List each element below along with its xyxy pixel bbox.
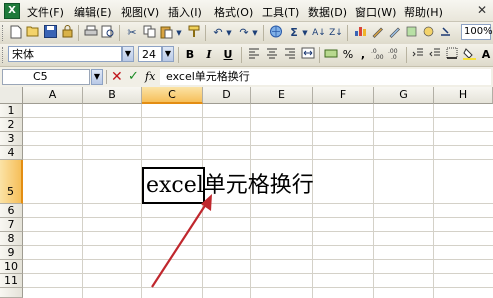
column-header-e[interactable]: E bbox=[251, 87, 313, 104]
percent-icon[interactable]: % bbox=[340, 47, 356, 63]
sort-desc-icon[interactable]: Z↓ bbox=[328, 25, 344, 41]
standard-toolbar: ✂ ▼ ↶ ▼ ↷ ▼ Σ ▼ A↓ Z↓ 100% bbox=[0, 22, 493, 45]
formula-input[interactable]: excel单元格换行 bbox=[160, 69, 491, 85]
permission-icon[interactable] bbox=[59, 25, 75, 41]
row-header-9[interactable]: 9 bbox=[0, 246, 23, 260]
formula-bar: C5 ▼ ✕ ✓ fx excel单元格换行 bbox=[0, 67, 493, 88]
menu-view[interactable]: 视图(V) bbox=[121, 4, 159, 20]
name-box[interactable]: C5 bbox=[2, 69, 90, 85]
merge-center-icon[interactable] bbox=[300, 47, 316, 63]
column-header-f[interactable]: F bbox=[313, 87, 374, 104]
svg-text:.0: .0 bbox=[391, 54, 397, 59]
sort-icon[interactable]: A↓ bbox=[311, 25, 327, 41]
menu-file[interactable]: 文件(F) bbox=[27, 4, 64, 20]
comma-icon[interactable]: , bbox=[355, 47, 371, 63]
row-header-11[interactable]: 11 bbox=[0, 274, 23, 288]
align-center-icon[interactable] bbox=[264, 47, 280, 63]
drawing-5-icon[interactable] bbox=[437, 25, 453, 41]
drawing-4-icon[interactable] bbox=[420, 25, 436, 41]
underline-icon[interactable]: U bbox=[220, 47, 236, 63]
row-header-5[interactable]: 5 bbox=[0, 160, 23, 204]
zoom-combo[interactable]: 100% bbox=[461, 24, 493, 40]
formatting-toolbar: 宋体 ▼ 24 ▼ B I U % , .0.00 .00.0 A bbox=[0, 44, 493, 67]
format-painter-icon[interactable] bbox=[186, 25, 202, 41]
autosum-icon[interactable]: Σ bbox=[286, 25, 302, 41]
menu-format[interactable]: 格式(O) bbox=[214, 4, 253, 20]
currency-icon[interactable] bbox=[323, 47, 339, 63]
undo-icon[interactable]: ↶ bbox=[210, 25, 226, 41]
drawing-2-icon[interactable] bbox=[386, 25, 402, 41]
toolbar-grip[interactable] bbox=[2, 47, 6, 63]
excel-app-icon[interactable]: X bbox=[4, 3, 20, 19]
row-header-6[interactable]: 6 bbox=[0, 204, 23, 218]
menu-edit[interactable]: 编辑(E) bbox=[74, 4, 112, 20]
cell-c5-text: excel单元格换行 bbox=[146, 173, 314, 198]
column-header-a[interactable]: A bbox=[23, 87, 83, 104]
paste-icon[interactable] bbox=[158, 25, 174, 41]
open-icon[interactable] bbox=[25, 25, 41, 41]
align-right-icon[interactable] bbox=[282, 47, 298, 63]
redo-icon[interactable]: ↷ bbox=[236, 25, 252, 41]
font-size-dropdown-icon[interactable]: ▼ bbox=[162, 46, 174, 62]
column-header-c[interactable]: C bbox=[142, 87, 203, 104]
print-preview-icon[interactable] bbox=[100, 25, 116, 41]
decrease-indent-icon[interactable] bbox=[410, 47, 426, 63]
borders-icon[interactable] bbox=[444, 47, 460, 63]
drawing-3-icon[interactable] bbox=[403, 25, 419, 41]
row-header-3[interactable]: 3 bbox=[0, 132, 23, 146]
align-left-icon[interactable] bbox=[246, 47, 262, 63]
copy-icon[interactable] bbox=[141, 25, 157, 41]
increase-decimal-icon[interactable]: .0.00 bbox=[370, 47, 386, 63]
row-header-4[interactable]: 4 bbox=[0, 146, 23, 160]
toolbar-grip[interactable] bbox=[2, 25, 6, 41]
increase-indent-icon[interactable] bbox=[427, 47, 443, 63]
font-color-icon[interactable]: A bbox=[478, 47, 493, 63]
menu-data[interactable]: 数据(D) bbox=[308, 4, 347, 20]
svg-text:.00: .00 bbox=[374, 54, 384, 59]
close-icon[interactable]: ✕ bbox=[475, 3, 489, 17]
undo-dropdown-icon[interactable]: ▼ bbox=[225, 25, 233, 41]
row-header-2[interactable]: 2 bbox=[0, 118, 23, 132]
column-header-b[interactable]: B bbox=[83, 87, 142, 104]
row-header-1[interactable]: 1 bbox=[0, 104, 23, 118]
column-header-g[interactable]: G bbox=[374, 87, 434, 104]
row-header-8[interactable]: 8 bbox=[0, 232, 23, 246]
cut-icon[interactable]: ✂ bbox=[124, 25, 140, 41]
menu-window[interactable]: 窗口(W) bbox=[355, 4, 396, 20]
fill-color-icon[interactable] bbox=[461, 47, 477, 63]
italic-icon[interactable]: I bbox=[201, 47, 217, 63]
menu-help[interactable]: 帮助(H) bbox=[404, 4, 443, 20]
menu-bar: X 文件(F) 编辑(E) 视图(V) 插入(I) 格式(O) 工具(T) 数据… bbox=[0, 0, 493, 22]
row-header-10[interactable]: 10 bbox=[0, 260, 23, 274]
drawing-icon[interactable] bbox=[369, 25, 385, 41]
bold-icon[interactable]: B bbox=[182, 47, 198, 63]
decrease-decimal-icon[interactable]: .00.0 bbox=[387, 47, 403, 63]
column-header-h[interactable]: H bbox=[434, 87, 493, 104]
font-name-combo[interactable]: 宋体 bbox=[8, 46, 122, 62]
name-box-dropdown-icon[interactable]: ▼ bbox=[91, 69, 103, 85]
select-all-corner[interactable] bbox=[0, 87, 23, 104]
column-header-d[interactable]: D bbox=[203, 87, 251, 104]
autosum-dropdown-icon[interactable]: ▼ bbox=[301, 25, 309, 41]
redo-dropdown-icon[interactable]: ▼ bbox=[251, 25, 259, 41]
font-size-combo[interactable]: 24 bbox=[138, 46, 162, 62]
new-file-icon[interactable] bbox=[8, 25, 24, 41]
font-name-dropdown-icon[interactable]: ▼ bbox=[122, 46, 134, 62]
chart-icon[interactable] bbox=[352, 25, 368, 41]
menu-tools[interactable]: 工具(T) bbox=[262, 4, 299, 20]
hyperlink-icon[interactable] bbox=[268, 25, 284, 41]
paste-dropdown-icon[interactable]: ▼ bbox=[175, 25, 183, 41]
row-header-7[interactable]: 7 bbox=[0, 218, 23, 232]
enter-icon[interactable]: ✓ bbox=[128, 68, 139, 86]
save-icon[interactable] bbox=[42, 25, 58, 41]
insert-function-button[interactable]: fx bbox=[145, 70, 155, 83]
cancel-icon[interactable]: ✕ bbox=[111, 68, 123, 86]
print-icon[interactable] bbox=[83, 25, 99, 41]
row-header-12[interactable] bbox=[0, 288, 23, 298]
menu-insert[interactable]: 插入(I) bbox=[168, 4, 202, 20]
